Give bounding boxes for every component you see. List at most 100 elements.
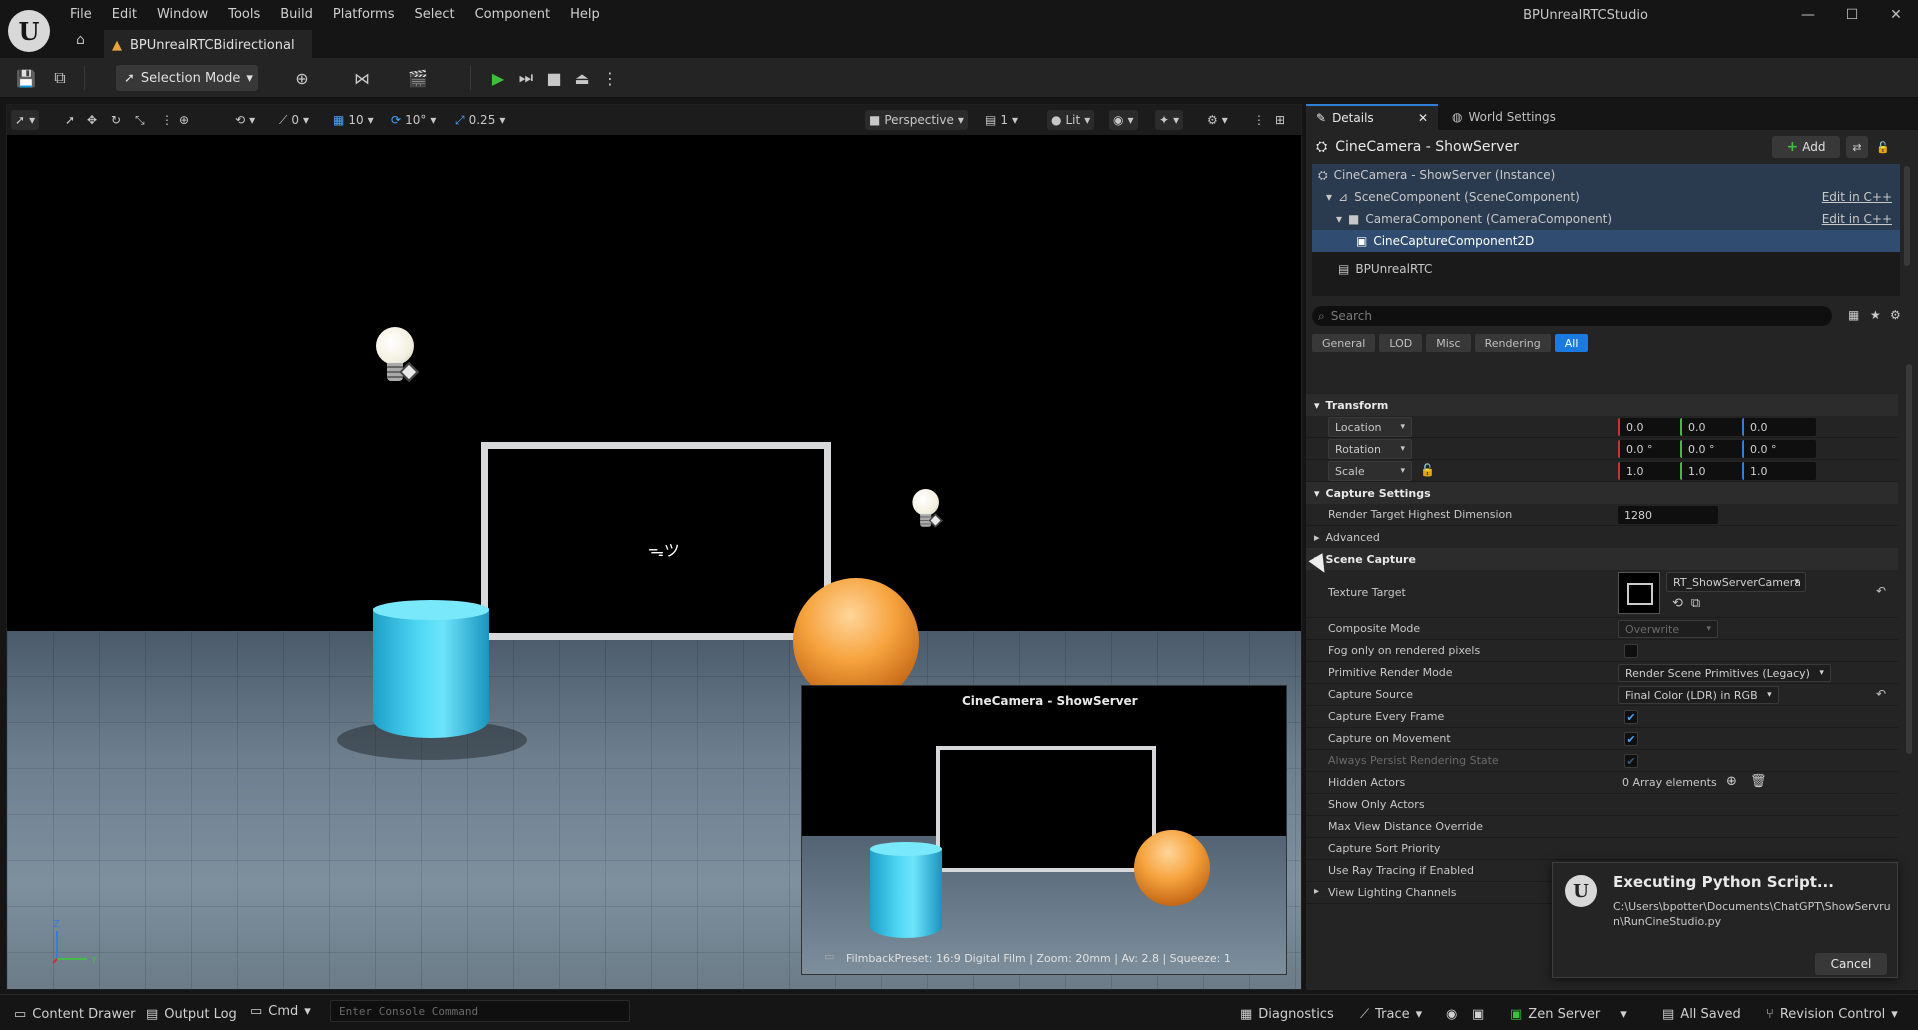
capture-source-dropdown[interactable]: Final Color (LDR) in RGB ▾ [1618, 686, 1779, 704]
eject-icon[interactable]: ⏏ [570, 66, 594, 90]
location-z-input[interactable]: 0.0 [1742, 418, 1816, 436]
screenshot-icon[interactable]: ▣ [1472, 1003, 1484, 1025]
scale-snap-dropdown[interactable]: ⤢ 0.25 ▾ [451, 110, 509, 130]
tree-scrollbar[interactable] [1904, 166, 1910, 266]
layout-icon[interactable]: ⊞ [1271, 110, 1289, 130]
maximize-icon[interactable]: ☐ [1830, 0, 1874, 30]
camera-speed-dropdown[interactable]: ▤ 1 ▾ [981, 110, 1022, 130]
diagnostics-button[interactable]: ▦ Diagnostics [1240, 1003, 1334, 1025]
scalability-dropdown[interactable]: ✦ ▾ [1155, 110, 1184, 130]
capture-every-frame-checkbox[interactable]: ✔ [1624, 710, 1638, 724]
document-tab[interactable]: ▲ BPUnrealRTCBidirectional [104, 30, 312, 58]
tree-row-camera-component[interactable]: ▾ ■ CameraComponent (CameraComponent) Ed… [1312, 208, 1900, 230]
tab-world-settings[interactable]: ◍ World Settings [1442, 104, 1566, 130]
texture-thumbnail[interactable] [1618, 572, 1660, 614]
blueprint-icon[interactable]: ⋈ [350, 66, 374, 90]
location-mode-dropdown[interactable]: Location ▾ [1328, 417, 1412, 437]
menu-select[interactable]: Select [405, 2, 465, 28]
category-scene-capture[interactable]: ▾ Scene Capture [1306, 548, 1898, 570]
tree-row-instance[interactable]: ⛭ CineCamera - ShowServer (Instance) [1312, 164, 1900, 186]
output-log-button[interactable]: ▤ Output Log [146, 1003, 237, 1025]
close-tab-icon[interactable]: ✕ [1418, 111, 1428, 125]
category-transform[interactable]: ▾ Transform [1306, 394, 1898, 416]
surface-snap-dropdown[interactable]: ⟲ ▾ [231, 110, 259, 130]
lock-scale-icon[interactable]: 🔓 [1420, 463, 1435, 477]
menu-help[interactable]: Help [560, 2, 610, 28]
filter-misc[interactable]: Misc [1426, 334, 1471, 352]
edit-in-cpp-link[interactable]: Edit in C++ [1822, 190, 1892, 204]
rotation-z-input[interactable]: 0.0 ° [1742, 440, 1816, 458]
add-component-button[interactable]: + Add [1772, 136, 1840, 158]
menu-window[interactable]: Window [147, 2, 218, 28]
use-selected-icon[interactable]: ⟲ [1672, 596, 1683, 611]
content-drawer-button[interactable]: ▭ Content Drawer [14, 1003, 135, 1025]
cancel-button[interactable]: Cancel [1815, 953, 1887, 975]
options-icon[interactable]: ⋮ [157, 110, 177, 130]
play-icon[interactable]: ▶ [486, 66, 510, 90]
reset-to-default-icon[interactable]: ↶ [1876, 584, 1886, 598]
scale-z-input[interactable]: 1.0 [1742, 462, 1816, 480]
capture-on-movement-checkbox[interactable]: ✔ [1624, 732, 1638, 746]
menu-file[interactable]: File [60, 2, 102, 28]
grid-snap-dropdown[interactable]: ▦ 10 ▾ [329, 110, 378, 130]
lit-mode-dropdown[interactable]: ● Lit ▾ [1047, 110, 1095, 130]
category-capture-settings[interactable]: ▾ Capture Settings [1306, 482, 1898, 504]
rotation-mode-dropdown[interactable]: Rotation ▾ [1328, 439, 1412, 459]
all-saved-button[interactable]: ▤ All Saved [1662, 1003, 1741, 1025]
texture-target-dropdown[interactable]: RT_ShowServerCamera ▾ [1666, 572, 1806, 592]
scale-mode-dropdown[interactable]: Scale ▾ [1328, 461, 1412, 481]
more-options-icon[interactable]: ⋮ [598, 66, 622, 90]
add-element-icon[interactable]: ⊕ [1726, 774, 1737, 789]
select-tool-icon[interactable]: ➚ [61, 110, 79, 130]
home-icon[interactable]: ⌂ [76, 32, 96, 52]
unreal-logo[interactable]: U [8, 10, 50, 52]
gear-icon[interactable]: ⚙ [1890, 308, 1901, 322]
world-space-icon[interactable]: ⊕ [175, 110, 193, 130]
cyan-cylinder[interactable] [373, 608, 489, 738]
step-icon[interactable]: ⏭ [514, 66, 538, 90]
trace-dropdown[interactable]: ⟋ Trace ▾ [1360, 1003, 1422, 1025]
filter-general[interactable]: General [1312, 334, 1376, 352]
blueprint-convert-icon[interactable]: ⇄ [1846, 136, 1868, 158]
zen-server-dropdown[interactable]: ▣ Zen Server ▾ [1510, 1003, 1627, 1025]
rotate-tool-icon[interactable]: ↻ [107, 110, 125, 130]
scene-render[interactable]: ᯓツ CineCamera - ShowServer ▭ FilmbackPre… [7, 135, 1301, 989]
scale-tool-icon[interactable]: ⤡ [131, 110, 149, 130]
browse-icon[interactable]: ⧉ [48, 66, 72, 90]
filter-lod[interactable]: LOD [1379, 334, 1423, 352]
cmd-dropdown[interactable]: ▭ Cmd ▾ [250, 1000, 311, 1022]
level-viewport[interactable]: ➚ ▾ ➚ ✥ ↻ ⤡ ⋮ ⊕ ⟲ ▾ ⟋ 0 ▾ ▦ 10 ▾ ⟳ 10° ▾ ⤢ 0.25 ▾ … [6, 104, 1302, 990]
lock-icon[interactable]: 🔓 [1872, 136, 1894, 158]
selection-mode-dropdown[interactable]: ➚ Selection Mode ▾ [116, 65, 258, 91]
filter-rendering[interactable]: Rendering [1474, 334, 1551, 352]
snap-rotation-dropdown[interactable]: ⟋ 0 ▾ [275, 110, 313, 130]
details-search-input[interactable]: ⌕ Search [1312, 306, 1832, 326]
record-icon[interactable]: ◉ [1446, 1003, 1457, 1025]
category-advanced[interactable]: ▸ Advanced [1306, 526, 1898, 548]
browse-asset-icon[interactable]: ⧉ [1691, 596, 1700, 611]
perspective-dropdown[interactable]: ■ Perspective ▾ [865, 110, 968, 130]
menu-tools[interactable]: Tools [218, 2, 270, 28]
tree-row-scene-component[interactable]: ▾ ⊿ SceneComponent (SceneComponent) Edit… [1312, 186, 1900, 208]
fog-only-checkbox[interactable] [1624, 644, 1638, 658]
menu-build[interactable]: Build [270, 2, 323, 28]
cinematics-icon[interactable]: 🎬 [406, 66, 430, 90]
rotation-snap-dropdown[interactable]: ⟳ 10° ▾ [387, 110, 440, 130]
show-flags-dropdown[interactable]: ◉ ▾ [1109, 110, 1138, 130]
add-actor-icon[interactable]: ⊕ [290, 66, 314, 90]
save-icon[interactable]: 💾 [14, 66, 38, 90]
minimize-icon[interactable]: — [1786, 0, 1830, 30]
move-tool-icon[interactable]: ✥ [83, 110, 101, 130]
tab-details[interactable]: ✎ Details ✕ [1306, 104, 1438, 130]
stop-icon[interactable]: ■ [542, 66, 566, 90]
star-icon[interactable]: ★ [1870, 308, 1881, 322]
revision-control-dropdown[interactable]: ⑂ Revision Control ▾ [1766, 1003, 1898, 1025]
render-target-dimension-input[interactable]: 1280 [1618, 506, 1718, 524]
trash-icon[interactable]: 🗑 [1750, 774, 1767, 789]
filter-all[interactable]: All [1554, 334, 1589, 352]
details-scrollbar[interactable] [1906, 364, 1912, 754]
primitive-render-mode-dropdown[interactable]: Render Scene Primitives (Legacy) ▾ [1618, 664, 1831, 682]
point-light-icon[interactable] [374, 327, 419, 387]
settings-dropdown[interactable]: ⚙ ▾ [1203, 110, 1232, 130]
menu-edit[interactable]: Edit [102, 2, 147, 28]
